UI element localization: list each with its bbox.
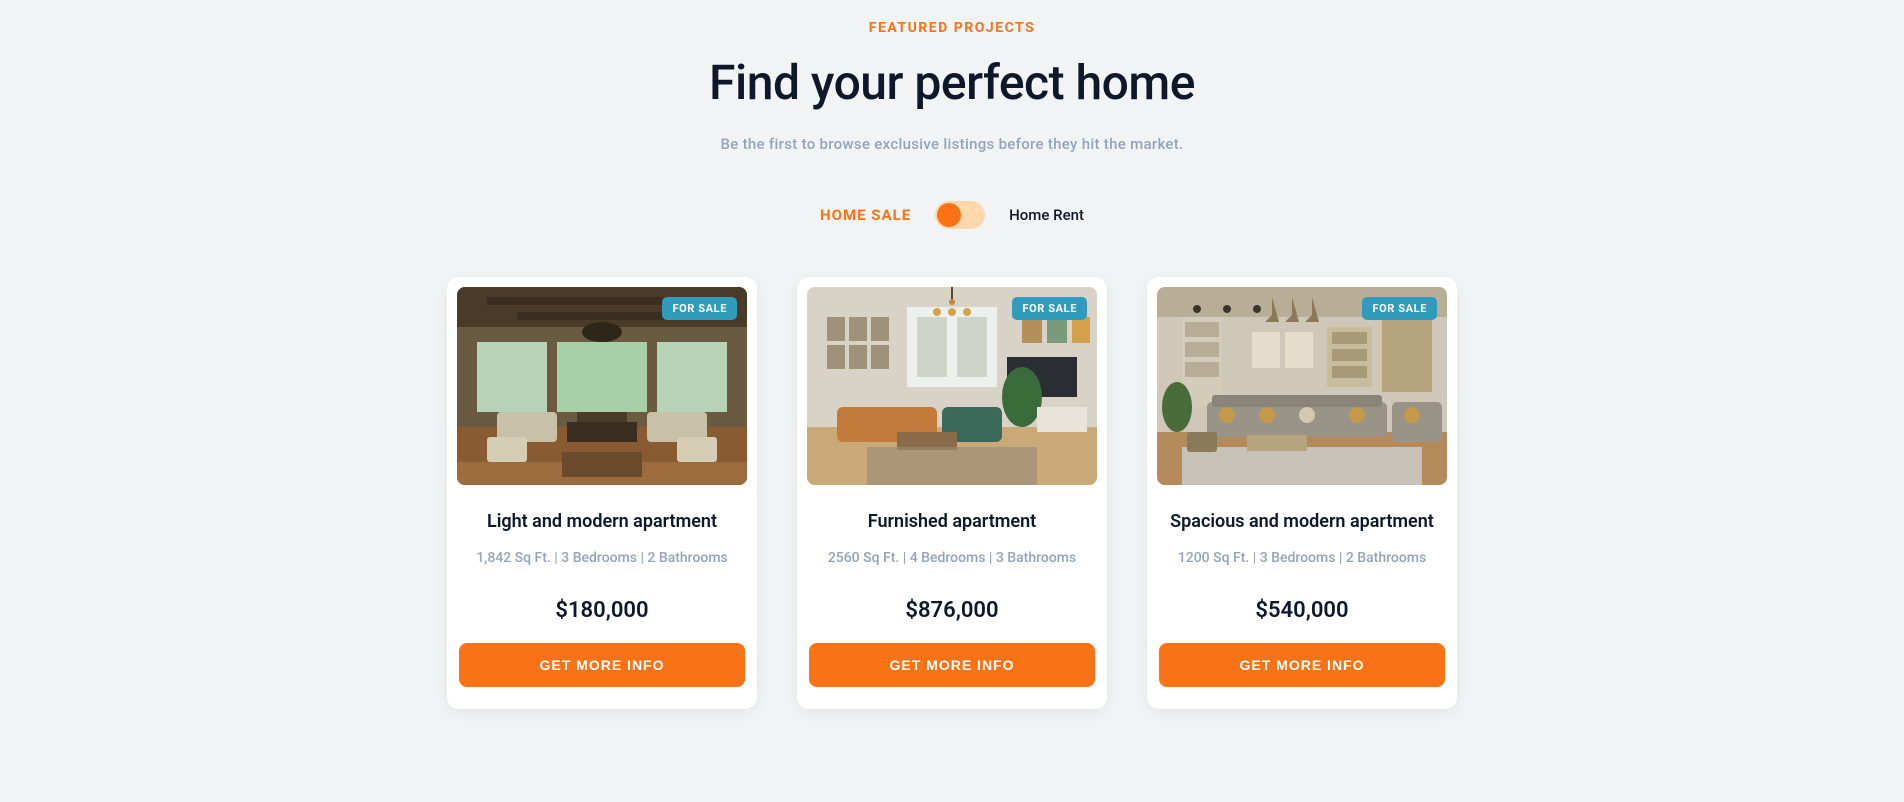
listing-title: Spacious and modern apartment	[1157, 511, 1447, 532]
listing-badge: FOR SALE	[1362, 297, 1437, 320]
section-eyebrow: FEATURED PROJECTS	[0, 20, 1904, 36]
listing-cards: FOR SALE Light and modern apartment 1,84…	[0, 277, 1904, 709]
listing-badge: FOR SALE	[662, 297, 737, 320]
listing-image: FOR SALE	[807, 287, 1097, 485]
section-title: Find your perfect home	[0, 54, 1904, 111]
listing-card: FOR SALE Spacious and modern apartment 1…	[1147, 277, 1457, 709]
listing-badge: FOR SALE	[1012, 297, 1087, 320]
listing-title: Furnished apartment	[807, 511, 1097, 532]
listing-card: FOR SALE Light and modern apartment 1,84…	[447, 277, 757, 709]
listing-price: $876,000	[807, 598, 1097, 623]
get-more-info-button[interactable]: GET MORE INFO	[1159, 643, 1445, 687]
listing-specs: 2560 Sq Ft. | 4 Bedrooms | 3 Bathrooms	[807, 550, 1097, 566]
listing-specs: 1200 Sq Ft. | 3 Bedrooms | 2 Bathrooms	[1157, 550, 1447, 566]
toggle-knob	[937, 203, 961, 227]
section-subtitle: Be the first to browse exclusive listing…	[0, 135, 1904, 153]
toggle-label-sale[interactable]: HOME SALE	[820, 206, 911, 224]
toggle-label-rent[interactable]: Home Rent	[1009, 206, 1084, 224]
listing-price: $180,000	[457, 598, 747, 623]
sale-rent-toggle-row: HOME SALE Home Rent	[0, 201, 1904, 229]
listing-title: Light and modern apartment	[457, 511, 747, 532]
listing-price: $540,000	[1157, 598, 1447, 623]
get-more-info-button[interactable]: GET MORE INFO	[809, 643, 1095, 687]
sale-rent-toggle[interactable]	[935, 201, 985, 229]
listing-image: FOR SALE	[457, 287, 747, 485]
listing-card: FOR SALE Furnished apartment 2560 Sq Ft.…	[797, 277, 1107, 709]
listing-image: FOR SALE	[1157, 287, 1447, 485]
get-more-info-button[interactable]: GET MORE INFO	[459, 643, 745, 687]
listing-specs: 1,842 Sq Ft. | 3 Bedrooms | 2 Bathrooms	[457, 550, 747, 566]
